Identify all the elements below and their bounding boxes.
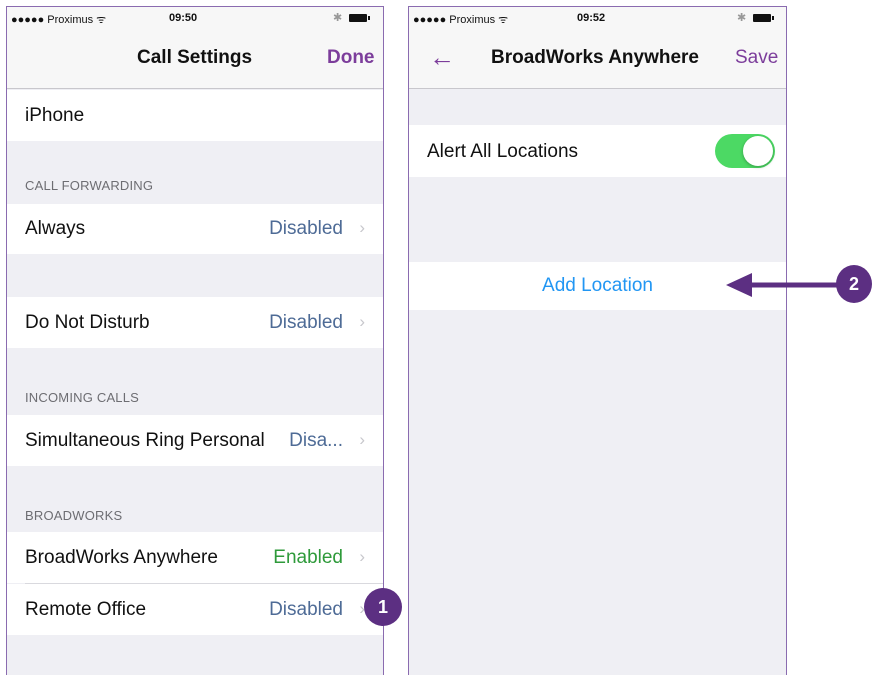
page-title: BroadWorks Anywhere [491,47,699,68]
row-value: Disa... [289,430,343,451]
row-broadworks-anywhere[interactable]: BroadWorks Anywhere Enabled › [7,532,383,583]
row-label: Alert All Locations [427,141,579,162]
chevron-right-icon: › [359,547,365,566]
status-time: 09:50 [169,12,198,24]
row-alert-all-locations: Alert All Locations [409,125,786,177]
chevron-right-icon: › [359,430,365,449]
row-remote-office[interactable]: Remote Office Disabled › [7,584,383,635]
status-bar: ●●●●● Proximus ᯤ 09:52 ✱ [409,7,786,29]
device-row[interactable]: iPhone [7,90,383,141]
back-arrow-icon[interactable]: ← [429,42,455,73]
row-do-not-disturb[interactable]: Do Not Disturb Disabled › [7,297,383,348]
row-value: Disabled [269,312,343,333]
alert-all-toggle[interactable] [715,134,775,168]
carrier-signal: ●●●●● Proximus ᯤ [11,14,107,26]
row-value: Disabled [269,218,343,239]
row-label: Do Not Disturb [25,312,150,333]
battery-icon [753,14,774,22]
row-value: Enabled [273,547,343,568]
chevron-right-icon: › [359,218,365,237]
nav-bar: ← BroadWorks Anywhere Save [409,29,786,89]
row-label: Remote Office [25,599,147,620]
row-label: Simultaneous Ring Personal [25,430,265,451]
section-incoming-calls: INCOMING CALLS [25,390,140,405]
row-label: Always [25,218,86,239]
row-label: BroadWorks Anywhere [25,547,218,568]
done-button[interactable]: Done [327,47,375,69]
status-time: 09:52 [577,12,606,24]
toggle-knob [743,136,773,166]
device-name: iPhone [25,105,85,126]
nav-bar: Call Settings Done [7,29,383,89]
row-always[interactable]: Always Disabled › [7,204,383,254]
row-value: Disabled [269,599,343,620]
status-bar: ●●●●● Proximus ᯤ 09:50 ✱ [7,7,383,29]
section-broadworks: BROADWORKS [25,508,123,523]
row-simultaneous-ring[interactable]: Simultaneous Ring Personal Disa... › [7,415,383,466]
callout-badge-1: 1 [364,588,402,626]
battery-icon [349,14,370,22]
call-settings-screen: ●●●●● Proximus ᯤ 09:50 ✱ Call Settings D… [6,6,384,675]
bluetooth-icon: ✱ [333,12,343,24]
section-call-forwarding: CALL FORWARDING [25,178,154,193]
page-title: Call Settings [137,47,253,68]
callout-arrow-icon [726,273,842,297]
callout-badge-2: 2 [836,265,872,303]
chevron-right-icon: › [359,312,365,331]
save-button[interactable]: Save [735,47,778,69]
bluetooth-icon: ✱ [737,12,747,24]
broadworks-anywhere-screen: ●●●●● Proximus ᯤ 09:52 ✱ ← BroadWorks An… [408,6,787,675]
carrier-signal: ●●●●● Proximus ᯤ [413,14,509,26]
